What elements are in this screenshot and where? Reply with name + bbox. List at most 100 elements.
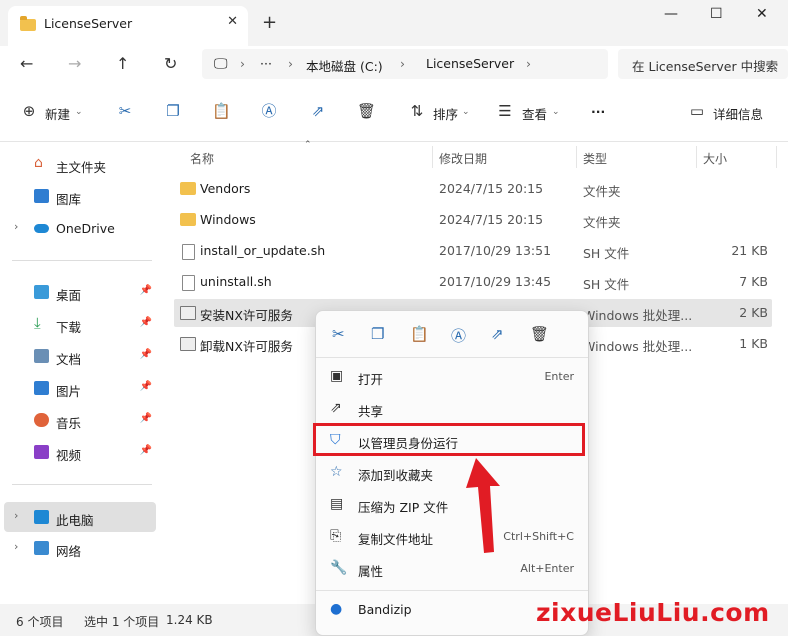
menu-item-open[interactable]: ▣ 打开 Enter (320, 362, 584, 392)
rename-icon[interactable]: Ⓐ (451, 325, 466, 346)
sidebar-item-desktop[interactable]: 桌面 📌 (0, 278, 158, 306)
new-tab-icon[interactable]: + (262, 12, 277, 33)
batch-file-icon (180, 337, 196, 351)
share-icon: ⇗ (330, 400, 342, 416)
column-divider[interactable] (576, 146, 577, 168)
share-icon[interactable]: ⇗ (491, 325, 504, 343)
sidebar-item-this-pc[interactable]: › 此电脑 (4, 502, 156, 532)
menu-item-properties[interactable]: 🔧 属性 Alt+Enter (320, 554, 584, 584)
refresh-icon[interactable]: ↻ (164, 54, 177, 73)
wrench-icon: 🔧 (330, 560, 348, 576)
sidebar-item-videos[interactable]: 视频 📌 (0, 438, 158, 466)
sort-icon: ⇅ (410, 102, 424, 120)
menu-item-compress-zip[interactable]: ▤ 压缩为 ZIP 文件 (320, 490, 584, 520)
cut-icon[interactable]: ✂ (332, 325, 345, 343)
address-row: ← → ↑ ↻ 🖵 › ··· › 本地磁盘 (C:) › LicenseSer… (0, 46, 788, 84)
column-divider[interactable] (432, 146, 433, 168)
column-type[interactable]: 类型 (583, 150, 607, 167)
details-pane-icon: ▭ (689, 102, 705, 120)
search-placeholder: 在 LicenseServer 中搜索 (632, 59, 779, 74)
column-divider[interactable] (696, 146, 697, 168)
star-icon: ☆ (330, 464, 343, 480)
sidebar-item-network[interactable]: › 网络 (0, 534, 158, 562)
table-row[interactable]: Windows 2024/7/15 20:15 文件夹 (174, 206, 772, 234)
menu-divider (316, 357, 588, 358)
pin-icon: 📌 (139, 445, 152, 456)
up-icon[interactable]: ↑ (116, 54, 129, 73)
share-icon[interactable]: ⇗ (309, 102, 327, 120)
chevron-right-icon[interactable]: › (14, 509, 18, 522)
table-row[interactable]: uninstall.sh 2017/10/29 13:45 SH 文件 7 KB (174, 268, 772, 296)
details-button[interactable]: 详细信息 (713, 104, 763, 123)
view-icon: ☰ (498, 102, 512, 120)
cut-icon[interactable]: ✂ (116, 102, 134, 120)
menu-item-copy-path[interactable]: ⎘ 复制文件地址 Ctrl+Shift+C (320, 522, 584, 552)
sidebar-item-pictures[interactable]: 图片 📌 (0, 374, 158, 402)
tab-licenseserver[interactable]: LicenseServer ✕ (8, 6, 248, 46)
menu-item-add-favorite[interactable]: ☆ 添加到收藏夹 (320, 458, 584, 488)
breadcrumb-sep: › (288, 56, 293, 71)
batch-file-icon (180, 306, 196, 320)
sidebar-item-downloads[interactable]: ⤓ 下载 📌 (0, 310, 158, 338)
column-divider[interactable] (776, 146, 777, 168)
paste-icon[interactable]: 📋 (212, 102, 231, 120)
title-bar: LicenseServer ✕ + — ☐ ✕ (0, 0, 788, 46)
plus-icon: ⊕ (22, 102, 36, 120)
address-bar[interactable]: 🖵 › ··· › 本地磁盘 (C:) › LicenseServer › (202, 49, 608, 79)
breadcrumb-sep: › (400, 56, 405, 71)
column-date[interactable]: 修改日期 (439, 150, 487, 167)
sidebar-item-music[interactable]: 音乐 📌 (0, 406, 158, 434)
computer-icon (34, 510, 49, 524)
breadcrumb-sep: › (240, 56, 245, 71)
delete-icon[interactable]: 🗑 (357, 102, 376, 120)
sort-button[interactable]: 排序 (433, 104, 458, 123)
new-button[interactable]: 新建 (45, 104, 70, 123)
maximize-icon[interactable]: ☐ (710, 6, 723, 22)
tab-title: LicenseServer (44, 16, 133, 31)
copy-icon[interactable]: ❐ (371, 325, 384, 343)
music-icon (34, 413, 49, 427)
column-size[interactable]: 大小 (703, 150, 727, 167)
breadcrumb-folder[interactable]: LicenseServer (426, 56, 514, 71)
breadcrumb-drive[interactable]: 本地磁盘 (C:) (306, 56, 383, 75)
chevron-right-icon[interactable]: › (14, 540, 18, 553)
pin-icon: 📌 (139, 381, 152, 392)
tab-close-icon[interactable]: ✕ (227, 14, 238, 29)
sidebar-item-home[interactable]: ⌂ 主文件夹 (0, 150, 158, 178)
forward-icon[interactable]: → (68, 54, 81, 73)
sort-indicator-icon: ⌃ (304, 140, 312, 150)
back-icon[interactable]: ← (20, 54, 33, 73)
paste-icon[interactable]: 📋 (410, 325, 429, 343)
breadcrumb-more[interactable]: ··· (260, 56, 272, 71)
copy-icon[interactable]: ❐ (164, 102, 182, 120)
watermark-text: zixueLiuLiu.com (536, 598, 770, 627)
bandizip-icon: ● (330, 601, 343, 617)
home-icon: ⌂ (34, 155, 43, 171)
pin-icon: 📌 (139, 317, 152, 328)
chevron-right-icon[interactable]: › (14, 220, 18, 233)
annotation-arrow-icon (466, 458, 500, 553)
rename-icon[interactable]: Ⓐ (260, 102, 278, 120)
sidebar-item-onedrive[interactable]: › OneDrive (0, 214, 158, 242)
chevron-down-icon: ⌄ (75, 107, 83, 117)
zip-icon: ▤ (330, 496, 344, 512)
table-row[interactable]: install_or_update.sh 2017/10/29 13:51 SH… (174, 237, 772, 265)
sidebar-item-documents[interactable]: 文档 📌 (0, 342, 158, 370)
minimize-icon[interactable]: — (664, 6, 678, 22)
delete-icon[interactable]: 🗑 (530, 325, 549, 343)
search-input[interactable]: 在 LicenseServer 中搜索 (618, 49, 788, 79)
menu-item-share[interactable]: ⇗ 共享 (320, 394, 584, 424)
selected-size: 1.24 KB (166, 613, 213, 627)
open-icon: ▣ (330, 368, 344, 384)
pin-icon: 📌 (139, 413, 152, 424)
file-icon (182, 275, 195, 291)
sidebar-item-gallery[interactable]: 图库 (0, 182, 158, 210)
highlight-box (313, 423, 585, 456)
more-options-button[interactable]: ··· (591, 104, 605, 119)
close-window-icon[interactable]: ✕ (756, 6, 768, 22)
context-menu: ✂ ❐ 📋 Ⓐ ⇗ 🗑 ▣ 打开 Enter ⇗ 共享 ⛉ 以管理员身份运行 ☆… (315, 310, 589, 636)
table-row[interactable]: Vendors 2024/7/15 20:15 文件夹 (174, 175, 772, 203)
column-name[interactable]: 名称 (190, 150, 214, 167)
pin-icon: 📌 (139, 349, 152, 360)
view-button[interactable]: 查看 (522, 104, 547, 123)
